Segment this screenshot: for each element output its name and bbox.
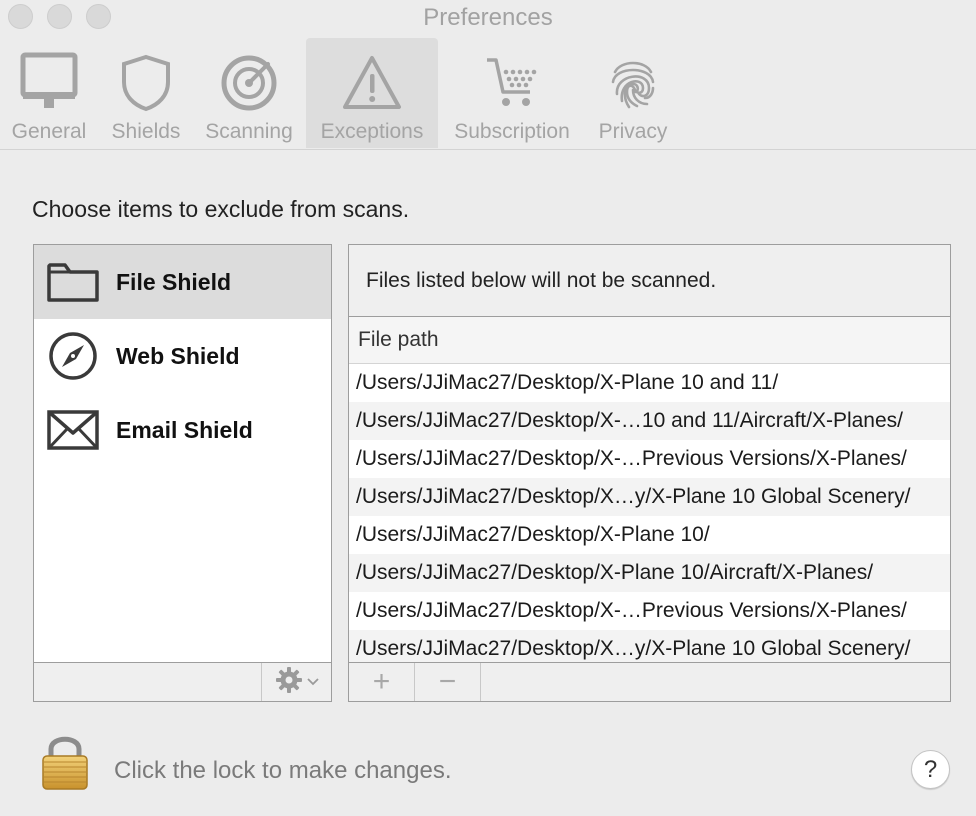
shield-item-label: Web Shield [116,342,240,369]
exclude-prompt: Choose items to exclude from scans. [32,196,410,222]
table-row[interactable]: /Users/JJiMac27/Desktop/X-Plane 10/ [349,516,950,554]
table-row[interactable]: /Users/JJiMac27/Desktop/X-Plane 10 and 1… [349,364,950,402]
cart-icon [484,38,540,112]
file-path-footer: + − [349,662,950,701]
tab-privacy[interactable]: Privacy [592,38,674,148]
lock-message: Click the lock to make changes. [114,757,452,784]
folder-icon [46,260,100,304]
warning-icon [341,38,403,112]
tab-subscription[interactable]: Subscription [444,38,580,148]
tab-label: Shields [111,120,181,143]
tab-general[interactable]: General [6,38,92,148]
table-row[interactable]: /Users/JJiMac27/Desktop/X-Plane 10/Aircr… [349,554,950,592]
lock-icon[interactable] [40,734,90,797]
shield-item-label: Email Shield [116,416,253,443]
shield-list-panel: File Shield Web Shield Email Shield [33,244,332,702]
gear-icon [275,666,303,699]
column-header-file-path[interactable]: File path [349,317,950,364]
tab-shields[interactable]: Shields [104,38,188,148]
tab-label: Scanning [205,120,293,143]
shield-item-label: File Shield [116,268,232,295]
add-path-button[interactable]: + [349,663,415,701]
shield-list-footer [34,662,331,701]
table-row[interactable]: /Users/JJiMac27/Desktop/X-…10 and 11/Air… [349,402,950,440]
shield-item-web[interactable]: Web Shield [34,319,331,393]
tab-label: Privacy [598,120,668,143]
envelope-icon [46,409,100,451]
file-path-list[interactable]: /Users/JJiMac27/Desktop/X-Plane 10 and 1… [349,364,950,663]
remove-path-button[interactable]: − [415,663,481,701]
tab-exceptions[interactable]: Exceptions [306,38,438,148]
window-toolbar: Preferences General Shields Scanning Exc… [0,0,976,150]
tab-label: Exceptions [320,120,424,143]
help-button[interactable]: ? [911,750,950,789]
table-row[interactable]: /Users/JJiMac27/Desktop/X-…Previous Vers… [349,440,950,478]
fingerprint-icon [609,38,657,112]
table-row[interactable]: /Users/JJiMac27/Desktop/X…y/X-Plane 10 G… [349,478,950,516]
compass-icon [46,330,100,382]
exceptions-panel: Files listed below will not be scanned. … [348,244,951,702]
tab-label: General [11,120,87,143]
tab-scanning[interactable]: Scanning [198,38,300,148]
shield-icon [120,38,172,112]
shield-item-email[interactable]: Email Shield [34,393,331,467]
window-title: Preferences [423,4,553,31]
shield-item-file[interactable]: File Shield [34,245,331,319]
table-row[interactable]: /Users/JJiMac27/Desktop/X…y/X-Plane 10 G… [349,630,950,663]
exceptions-info: Files listed below will not be scanned. [349,245,950,317]
table-row[interactable]: /Users/JJiMac27/Desktop/X-…Previous Vers… [349,592,950,630]
shield-list: File Shield Web Shield Email Shield [34,245,331,662]
actions-menu-button[interactable] [261,663,331,701]
chevron-down-icon [306,673,319,691]
tab-label: Subscription [454,120,570,143]
target-icon [220,38,278,112]
monitor-icon [20,38,78,112]
